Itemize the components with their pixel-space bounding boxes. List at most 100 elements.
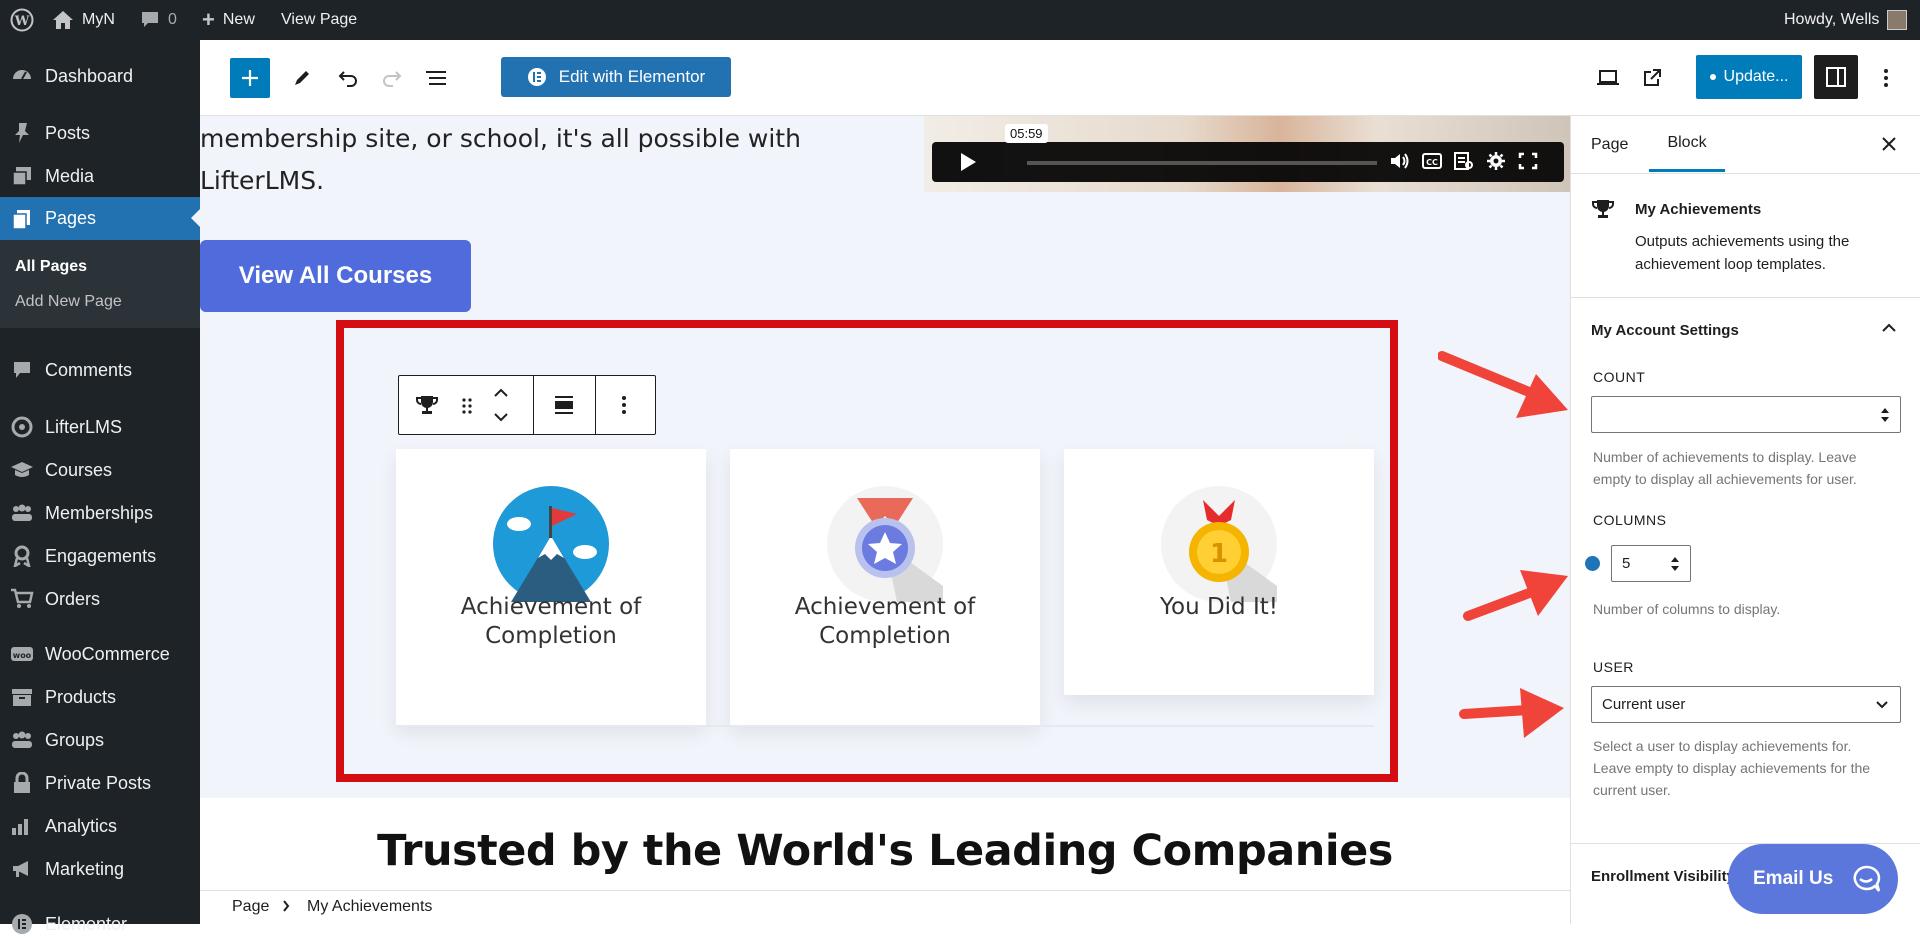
redo-button[interactable] xyxy=(372,58,412,98)
count-help-line1: Number of achievements to display. Leave xyxy=(1593,449,1857,465)
sidebar-item-engagements[interactable]: Engagements xyxy=(0,535,200,577)
groups-icon xyxy=(10,501,34,525)
annotation-arrow-columns xyxy=(1462,556,1570,622)
comments-link[interactable]: 0 xyxy=(140,0,177,40)
sidebar-item-marketing[interactable]: Marketing xyxy=(0,848,200,890)
settings-gear-icon[interactable] xyxy=(1485,151,1507,171)
move-up-button[interactable] xyxy=(493,388,509,398)
sidebar-item-media[interactable]: Media xyxy=(0,155,200,197)
sidebar-item-elementor[interactable]: Elementor xyxy=(0,903,200,945)
play-button[interactable] xyxy=(933,142,1003,182)
fullscreen-icon[interactable] xyxy=(1517,151,1539,171)
home-icon xyxy=(52,10,74,30)
document-overview-button[interactable] xyxy=(416,58,456,98)
cart-icon xyxy=(10,587,34,611)
preview-button[interactable] xyxy=(1588,58,1628,98)
undo-button[interactable] xyxy=(328,58,368,98)
intro-paragraph[interactable]: membership site, or school, it's all pos… xyxy=(200,118,900,202)
stepper-arrows-icon[interactable] xyxy=(1670,554,1680,574)
email-us-button[interactable]: Email Us xyxy=(1728,844,1898,914)
stepper-arrows-icon[interactable] xyxy=(1880,405,1890,425)
count-input[interactable] xyxy=(1591,396,1901,433)
undo-icon xyxy=(337,68,359,88)
sidebar-item-orders[interactable]: Orders xyxy=(0,578,200,620)
new-content-link[interactable]: + New xyxy=(202,0,255,40)
user-select[interactable]: Current user xyxy=(1591,686,1901,723)
sidebar-item-lifterlms[interactable]: LifterLMS xyxy=(0,406,200,448)
sidebar-item-woocommerce[interactable]: woo WooCommerce xyxy=(0,633,200,675)
add-block-button[interactable] xyxy=(230,58,270,98)
video-progress-bar[interactable] xyxy=(1027,161,1377,165)
move-down-button[interactable] xyxy=(493,412,509,422)
more-vertical-icon xyxy=(621,395,627,415)
active-pointer xyxy=(191,209,200,227)
submenu-add-new-page[interactable]: Add New Page xyxy=(15,293,122,311)
user-account-link[interactable]: Howdy, Wells xyxy=(1784,0,1908,40)
sidebar-item-products[interactable]: Products xyxy=(0,676,200,718)
captions-icon[interactable]: CC xyxy=(1421,151,1443,171)
tab-block[interactable]: Block xyxy=(1649,116,1725,172)
columns-input[interactable]: 5 xyxy=(1611,545,1691,582)
dashboard-icon xyxy=(10,64,34,88)
view-all-courses-button[interactable]: View All Courses xyxy=(200,240,471,312)
section-title: My Account Settings xyxy=(1591,322,1739,339)
sidebar-item-label: Products xyxy=(45,686,117,707)
block-options-button[interactable] xyxy=(621,395,627,415)
sidebar-item-pages[interactable]: Pages xyxy=(0,197,200,240)
user-help-line1: Select a user to display achievements fo… xyxy=(1593,738,1852,754)
sidebar-item-label: LifterLMS xyxy=(45,416,123,437)
pages-icon xyxy=(10,207,34,231)
sidebar-item-posts[interactable]: Posts xyxy=(0,112,200,154)
sidebar-item-private-posts[interactable]: Private Posts xyxy=(0,762,200,804)
achievement-card[interactable]: 1 You Did It! xyxy=(1064,449,1374,695)
sidebar-item-groups[interactable]: Groups xyxy=(0,719,200,761)
status-dot xyxy=(1709,74,1716,80)
elementor-button-label: Edit with Elementor xyxy=(558,67,706,86)
block-description: Outputs achievements using the achieveme… xyxy=(1635,230,1849,276)
chevron-down-icon xyxy=(1876,701,1888,709)
trusted-heading: Trusted by the World's Leading Companies xyxy=(377,826,1393,876)
breadcrumb-page[interactable]: Page xyxy=(232,898,269,916)
sidebar-item-comments[interactable]: Comments xyxy=(0,349,200,391)
settings-sidebar-toggle[interactable] xyxy=(1814,55,1858,99)
achievement-card[interactable]: Achievement of Completion xyxy=(396,449,706,725)
chat-bubble-icon xyxy=(1851,865,1881,893)
tools-button[interactable] xyxy=(282,58,322,98)
enrollment-visibility-toggle[interactable]: Enrollment Visibility xyxy=(1591,868,1741,885)
drag-handle-icon xyxy=(461,396,473,416)
sidebar-item-memberships[interactable]: Memberships xyxy=(0,492,200,534)
wordpress-logo-icon[interactable]: W xyxy=(10,0,34,40)
edit-with-elementor-button[interactable]: Edit with Elementor xyxy=(501,57,731,97)
view-page-link[interactable]: View Page xyxy=(281,0,357,40)
drag-handle[interactable] xyxy=(461,396,473,416)
site-name-link[interactable]: MyN xyxy=(52,0,115,40)
trophy-icon xyxy=(1591,198,1615,220)
sidebar-panel-icon xyxy=(1825,66,1847,88)
tab-page[interactable]: Page xyxy=(1591,136,1628,154)
my-account-settings-toggle[interactable]: My Account Settings xyxy=(1571,298,1920,354)
redo-icon xyxy=(381,68,403,88)
sidebar-item-label: Private Posts xyxy=(45,772,152,793)
elementor-icon xyxy=(10,912,34,936)
play-icon xyxy=(959,152,977,172)
columns-label: COLUMNS xyxy=(1593,512,1667,528)
transcript-icon[interactable] xyxy=(1453,151,1475,171)
site-name: MyN xyxy=(82,11,115,28)
megaphone-icon xyxy=(10,857,34,881)
sidebar-item-dashboard[interactable]: Dashboard xyxy=(0,55,200,97)
video-embed[interactable]: 05:59 CC xyxy=(924,116,1570,192)
update-button[interactable]: Update... xyxy=(1696,55,1802,99)
view-post-button[interactable] xyxy=(1632,58,1672,98)
elementor-icon xyxy=(527,67,547,87)
block-type-button[interactable] xyxy=(415,394,439,416)
submenu-all-pages[interactable]: All Pages xyxy=(15,258,87,276)
comment-icon xyxy=(10,358,34,382)
options-button[interactable] xyxy=(1866,58,1906,98)
sidebar-item-courses[interactable]: Courses xyxy=(0,449,200,491)
align-button[interactable] xyxy=(554,395,574,415)
volume-icon[interactable] xyxy=(1389,151,1411,171)
achievement-card[interactable]: Achievement of Completion xyxy=(730,449,1040,725)
sidebar-item-analytics[interactable]: Analytics xyxy=(0,805,200,847)
sidebar-item-label: Engagements xyxy=(45,545,157,566)
close-panel-button[interactable] xyxy=(1881,136,1897,152)
